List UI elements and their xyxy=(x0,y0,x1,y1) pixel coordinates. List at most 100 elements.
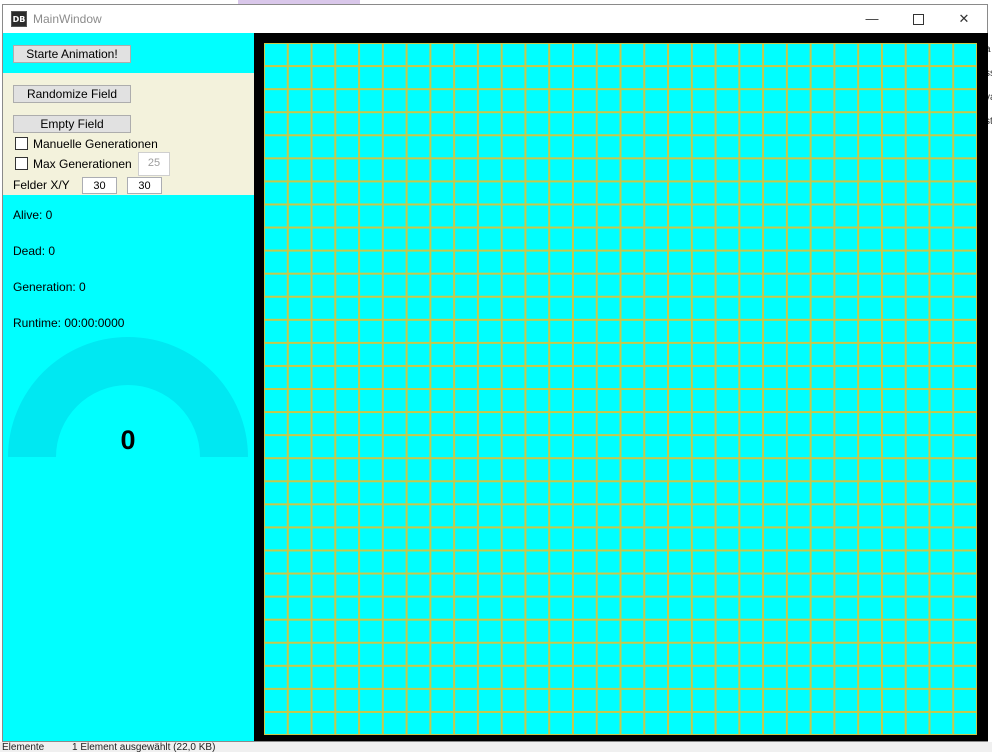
grid-cell[interactable] xyxy=(835,159,858,181)
grid-cell[interactable] xyxy=(597,67,620,89)
grid-cell[interactable] xyxy=(431,228,454,250)
grid-cell[interactable] xyxy=(930,44,953,66)
grid-cell[interactable] xyxy=(669,320,691,342)
grid-cell[interactable] xyxy=(645,620,668,642)
grid-cell[interactable] xyxy=(312,274,335,296)
grid-cell[interactable] xyxy=(645,459,668,481)
grid-cell[interactable] xyxy=(526,136,549,158)
grid-cell[interactable] xyxy=(455,528,477,550)
grid-cell[interactable] xyxy=(312,482,335,504)
grid-cell[interactable] xyxy=(882,44,905,66)
grid-cell[interactable] xyxy=(859,643,881,665)
grid-cell[interactable] xyxy=(835,643,858,665)
grid-cell[interactable] xyxy=(716,251,739,273)
grid-cell[interactable] xyxy=(360,297,382,319)
grid-cell[interactable] xyxy=(265,182,287,204)
manual-generations-checkbox[interactable] xyxy=(15,137,28,150)
grid-cell[interactable] xyxy=(645,251,668,273)
grid-cell[interactable] xyxy=(383,113,406,135)
grid-cell[interactable] xyxy=(811,90,834,112)
grid-cell[interactable] xyxy=(621,136,644,158)
grid-cell[interactable] xyxy=(550,620,572,642)
grid-cell[interactable] xyxy=(669,90,691,112)
grid-cell[interactable] xyxy=(930,274,953,296)
grid-cell[interactable] xyxy=(645,689,668,711)
grid-cell[interactable] xyxy=(336,482,359,504)
grid-cell[interactable] xyxy=(265,505,287,527)
grid-cell[interactable] xyxy=(716,366,739,388)
grid-cell[interactable] xyxy=(526,343,549,365)
grid-cell[interactable] xyxy=(787,436,810,458)
grid-cell[interactable] xyxy=(431,159,454,181)
grid-cell[interactable] xyxy=(716,413,739,435)
grid-cell[interactable] xyxy=(360,528,382,550)
grid-cell[interactable] xyxy=(859,689,881,711)
grid-cell[interactable] xyxy=(764,413,786,435)
grid-cell[interactable] xyxy=(882,297,905,319)
grid-cell[interactable] xyxy=(336,44,359,66)
grid-cell[interactable] xyxy=(882,228,905,250)
grid-cell[interactable] xyxy=(882,551,905,573)
grid-cell[interactable] xyxy=(811,274,834,296)
grid-cell[interactable] xyxy=(478,482,501,504)
grid-cell[interactable] xyxy=(502,643,525,665)
grid-cell[interactable] xyxy=(954,390,976,412)
grid-cell[interactable] xyxy=(550,228,572,250)
grid-cell[interactable] xyxy=(882,436,905,458)
grid-cell[interactable] xyxy=(478,620,501,642)
grid-cell[interactable] xyxy=(811,597,834,619)
grid-cell[interactable] xyxy=(573,551,596,573)
grid-cell[interactable] xyxy=(478,113,501,135)
grid-cell[interactable] xyxy=(478,251,501,273)
grid-cell[interactable] xyxy=(502,620,525,642)
grid-cell[interactable] xyxy=(954,505,976,527)
grid-cell[interactable] xyxy=(336,67,359,89)
grid-cell[interactable] xyxy=(526,274,549,296)
grid-cell[interactable] xyxy=(265,666,287,688)
grid-cell[interactable] xyxy=(669,205,691,227)
grid-cell[interactable] xyxy=(669,620,691,642)
grid-cell[interactable] xyxy=(787,459,810,481)
grid-cell[interactable] xyxy=(740,205,763,227)
grid-cell[interactable] xyxy=(954,597,976,619)
grid-cell[interactable] xyxy=(906,574,929,596)
grid-cell[interactable] xyxy=(787,251,810,273)
grid-cell[interactable] xyxy=(478,366,501,388)
grid-cell[interactable] xyxy=(383,159,406,181)
grid-cell[interactable] xyxy=(312,343,335,365)
grid-cell[interactable] xyxy=(502,574,525,596)
grid-cell[interactable] xyxy=(526,366,549,388)
grid-cell[interactable] xyxy=(597,274,620,296)
grid-cell[interactable] xyxy=(478,390,501,412)
grid-cell[interactable] xyxy=(288,459,311,481)
grid-cell[interactable] xyxy=(265,482,287,504)
grid-cell[interactable] xyxy=(859,320,881,342)
grid-cell[interactable] xyxy=(573,113,596,135)
grid-cell[interactable] xyxy=(550,366,572,388)
grid-cell[interactable] xyxy=(669,274,691,296)
grid-cell[interactable] xyxy=(669,159,691,181)
grid-cell[interactable] xyxy=(288,159,311,181)
grid-cell[interactable] xyxy=(336,228,359,250)
grid-cell[interactable] xyxy=(764,436,786,458)
grid-cell[interactable] xyxy=(621,390,644,412)
grid-cell[interactable] xyxy=(455,689,477,711)
grid-cell[interactable] xyxy=(383,436,406,458)
grid-cell[interactable] xyxy=(407,551,430,573)
grid-cell[interactable] xyxy=(621,159,644,181)
grid-cell[interactable] xyxy=(455,251,477,273)
grid-cell[interactable] xyxy=(312,436,335,458)
grid-cell[interactable] xyxy=(764,113,786,135)
grid-cell[interactable] xyxy=(645,320,668,342)
grid-cell[interactable] xyxy=(787,44,810,66)
grid-cell[interactable] xyxy=(716,620,739,642)
grid-cell[interactable] xyxy=(336,574,359,596)
grid-cell[interactable] xyxy=(740,574,763,596)
grid-cell[interactable] xyxy=(383,136,406,158)
grid-cell[interactable] xyxy=(930,320,953,342)
grid-cell[interactable] xyxy=(360,205,382,227)
grid-cell[interactable] xyxy=(431,643,454,665)
grid-cell[interactable] xyxy=(360,436,382,458)
grid-cell[interactable] xyxy=(383,597,406,619)
grid-cell[interactable] xyxy=(740,505,763,527)
